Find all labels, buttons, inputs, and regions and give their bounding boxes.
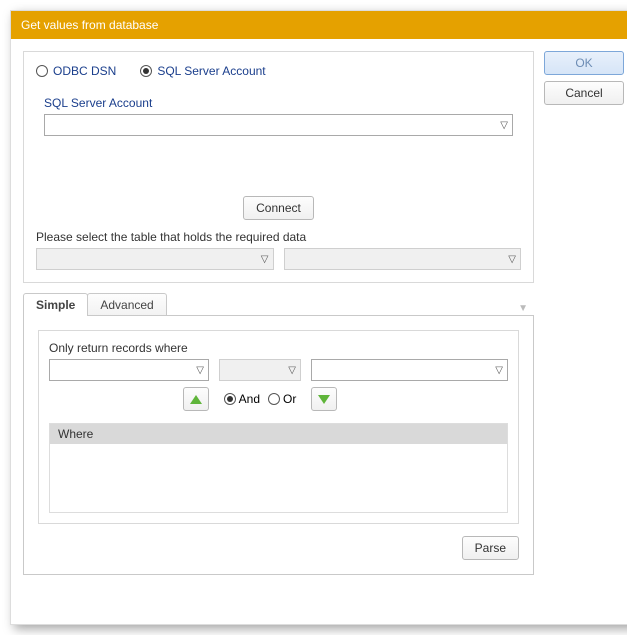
where-clause-box: Where bbox=[49, 423, 508, 513]
radio-odbc-dsn[interactable]: ODBC DSN bbox=[36, 64, 116, 78]
tab-footer: Parse bbox=[38, 524, 519, 560]
tab-advanced[interactable]: Advanced bbox=[87, 293, 166, 316]
main-column: ODBC DSN SQL Server Account SQL Server A… bbox=[23, 51, 534, 599]
tab-bar: Simple Advanced ▼ bbox=[23, 293, 534, 316]
radio-or[interactable]: Or bbox=[268, 392, 296, 406]
chevron-down-icon: ▽ bbox=[196, 365, 204, 376]
logic-radios: And Or bbox=[219, 392, 301, 406]
radio-sql-label: SQL Server Account bbox=[157, 64, 265, 78]
query-tabs: Simple Advanced ▼ Only return records wh… bbox=[23, 293, 534, 576]
schema-select[interactable]: ▽ bbox=[36, 248, 274, 270]
radio-sql-server-account[interactable]: SQL Server Account bbox=[140, 64, 265, 78]
table-selects-row: ▽ ▽ bbox=[36, 248, 521, 270]
radio-and-label: And bbox=[239, 392, 260, 406]
dialog-body: ODBC DSN SQL Server Account SQL Server A… bbox=[11, 39, 627, 611]
radio-or-label: Or bbox=[283, 392, 296, 406]
radio-icon bbox=[268, 393, 280, 405]
connection-panel: ODBC DSN SQL Server Account SQL Server A… bbox=[23, 51, 534, 283]
move-down-button[interactable] bbox=[311, 387, 337, 411]
parse-button[interactable]: Parse bbox=[462, 536, 519, 560]
dialog-window: Get values from database ODBC DSN SQL Se… bbox=[10, 10, 627, 625]
filter-value-select[interactable]: ▽ bbox=[311, 359, 508, 381]
tab-simple[interactable]: Simple bbox=[23, 293, 88, 316]
tab-simple-body: Only return records where ▽ ▽ ▽ bbox=[23, 315, 534, 575]
chevron-down-icon: ▽ bbox=[288, 365, 296, 376]
chevron-down-icon: ▽ bbox=[508, 254, 516, 265]
table-select-prompt: Please select the table that holds the r… bbox=[36, 230, 521, 244]
connect-button[interactable]: Connect bbox=[243, 196, 314, 220]
titlebar: Get values from database bbox=[11, 11, 627, 39]
filter-field-select[interactable]: ▽ bbox=[49, 359, 209, 381]
chevron-down-icon: ▽ bbox=[261, 254, 269, 265]
chevron-down-icon: ▽ bbox=[495, 365, 503, 376]
tab-expand-icon[interactable]: ▼ bbox=[512, 301, 534, 316]
action-column: OK Cancel bbox=[544, 51, 624, 599]
move-up-button[interactable] bbox=[183, 387, 209, 411]
account-field-group: SQL Server Account ▽ bbox=[36, 96, 521, 136]
connection-type-radios: ODBC DSN SQL Server Account bbox=[36, 64, 521, 78]
table-select[interactable]: ▽ bbox=[284, 248, 522, 270]
filter-row: ▽ ▽ ▽ bbox=[49, 359, 508, 381]
filter-panel: Only return records where ▽ ▽ ▽ bbox=[38, 330, 519, 524]
logic-row: And Or bbox=[49, 387, 508, 411]
connect-row: Connect bbox=[36, 196, 521, 220]
where-header: Where bbox=[50, 424, 507, 444]
arrow-up-icon bbox=[190, 395, 202, 404]
cancel-button[interactable]: Cancel bbox=[544, 81, 624, 105]
radio-odbc-label: ODBC DSN bbox=[53, 64, 116, 78]
filter-operator-select[interactable]: ▽ bbox=[219, 359, 301, 381]
filter-heading: Only return records where bbox=[49, 341, 508, 355]
window-title: Get values from database bbox=[21, 18, 158, 32]
chevron-down-icon: ▽ bbox=[500, 120, 508, 131]
radio-and[interactable]: And bbox=[224, 392, 260, 406]
radio-icon bbox=[140, 65, 152, 77]
account-field-label: SQL Server Account bbox=[44, 96, 513, 110]
radio-icon bbox=[36, 65, 48, 77]
ok-button[interactable]: OK bbox=[544, 51, 624, 75]
sql-account-select[interactable]: ▽ bbox=[44, 114, 513, 136]
radio-icon bbox=[224, 393, 236, 405]
arrow-down-icon bbox=[318, 395, 330, 404]
